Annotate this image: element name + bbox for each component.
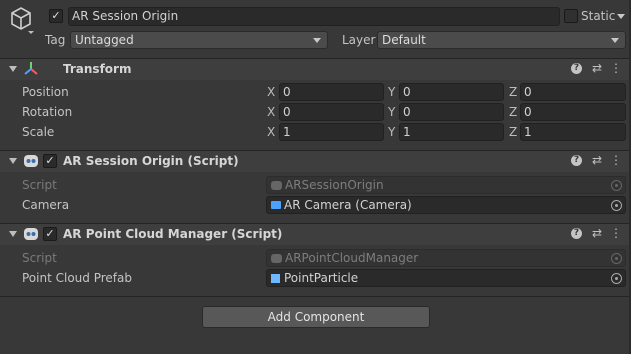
tag-value: Untagged [75, 33, 134, 47]
add-component-button[interactable]: Add Component [202, 306, 430, 328]
tag-label: Tag [45, 33, 66, 47]
help-icon[interactable]: ? [571, 155, 582, 166]
ar-session-origin-title: AR Session Origin (Script) [63, 154, 239, 168]
camera-value: AR Camera (Camera) [284, 198, 412, 212]
object-picker-icon [611, 180, 622, 191]
script-file-icon [271, 254, 282, 263]
more-options-icon[interactable]: ⋮ [609, 61, 623, 75]
rotation-x-field[interactable]: 0 [279, 103, 384, 121]
presets-icon[interactable]: ⇄ [590, 226, 604, 240]
presets-icon[interactable]: ⇄ [590, 153, 604, 167]
point-cloud-prefab-field[interactable]: PointParticle [266, 269, 626, 287]
foldout-arrow-icon[interactable] [9, 158, 17, 164]
layer-dropdown[interactable]: Default [377, 31, 626, 49]
script-component-icon [23, 153, 39, 169]
component-enabled-checkbox[interactable]: ✓ [43, 154, 57, 168]
transform-icon [23, 61, 39, 77]
position-z-axis[interactable]: Z [509, 85, 517, 99]
script-file-icon [271, 181, 282, 190]
divider [0, 296, 631, 297]
presets-icon[interactable]: ⇄ [590, 61, 604, 75]
object-picker-icon[interactable] [611, 200, 622, 211]
script-component-icon [23, 226, 39, 242]
point-cloud-prefab-label: Point Cloud Prefab [22, 271, 132, 285]
script-value: ARSessionOrigin [285, 178, 384, 192]
tag-dropdown[interactable]: Untagged [70, 31, 328, 49]
scale-y-axis[interactable]: Y [388, 125, 395, 139]
more-options-icon[interactable]: ⋮ [609, 226, 623, 240]
foldout-arrow-icon[interactable] [9, 231, 17, 237]
ar-point-cloud-manager-title: AR Point Cloud Manager (Script) [63, 227, 283, 241]
static-dropdown-arrow[interactable] [617, 14, 625, 19]
script-field: ARPointCloudManager [266, 249, 626, 267]
component-enabled-checkbox[interactable]: ✓ [43, 227, 57, 241]
chevron-down-icon [611, 38, 619, 43]
camera-icon [271, 201, 281, 209]
script-label: Script [22, 251, 57, 265]
chevron-down-icon [313, 38, 321, 43]
position-x-axis[interactable]: X [267, 85, 275, 99]
scale-x-axis[interactable]: X [267, 125, 275, 139]
rotation-y-axis[interactable]: Y [388, 105, 395, 119]
rotation-z-field[interactable]: 0 [520, 103, 626, 121]
scale-y-field[interactable]: 1 [399, 123, 504, 141]
position-x-field[interactable]: 0 [279, 83, 384, 101]
more-options-icon[interactable]: ⋮ [609, 153, 623, 167]
layer-value: Default [382, 33, 426, 47]
camera-label: Camera [22, 198, 70, 212]
help-icon[interactable]: ? [571, 228, 582, 239]
help-icon[interactable]: ? [571, 63, 582, 74]
active-checkbox[interactable]: ✓ [49, 9, 63, 23]
rotation-y-field[interactable]: 0 [399, 103, 504, 121]
position-label: Position [22, 85, 69, 99]
gameobject-name-input[interactable]: AR Session Origin [68, 7, 560, 26]
object-picker-icon [611, 253, 622, 264]
position-y-axis[interactable]: Y [388, 85, 395, 99]
position-y-field[interactable]: 0 [399, 83, 504, 101]
static-checkbox[interactable] [564, 9, 578, 23]
rotation-z-axis[interactable]: Z [509, 105, 517, 119]
prefab-cube-icon [271, 274, 280, 283]
scale-z-field[interactable]: 1 [520, 123, 626, 141]
script-label: Script [22, 178, 57, 192]
rotation-label: Rotation [22, 105, 73, 119]
scale-z-axis[interactable]: Z [509, 125, 517, 139]
static-label[interactable]: Static [581, 9, 615, 23]
object-picker-icon[interactable] [611, 273, 622, 284]
position-z-field[interactable]: 0 [520, 83, 626, 101]
camera-field[interactable]: AR Camera (Camera) [266, 196, 626, 214]
rotation-x-axis[interactable]: X [267, 105, 275, 119]
prefab-value: PointParticle [284, 271, 359, 285]
layer-label: Layer [342, 33, 376, 47]
foldout-arrow-icon[interactable] [9, 66, 17, 72]
script-field: ARSessionOrigin [266, 176, 626, 194]
script-value: ARPointCloudManager [285, 251, 419, 265]
gameobject-icon[interactable] [8, 6, 34, 34]
transform-title: Transform [63, 62, 132, 76]
scale-label: Scale [22, 125, 55, 139]
scale-x-field[interactable]: 1 [279, 123, 384, 141]
